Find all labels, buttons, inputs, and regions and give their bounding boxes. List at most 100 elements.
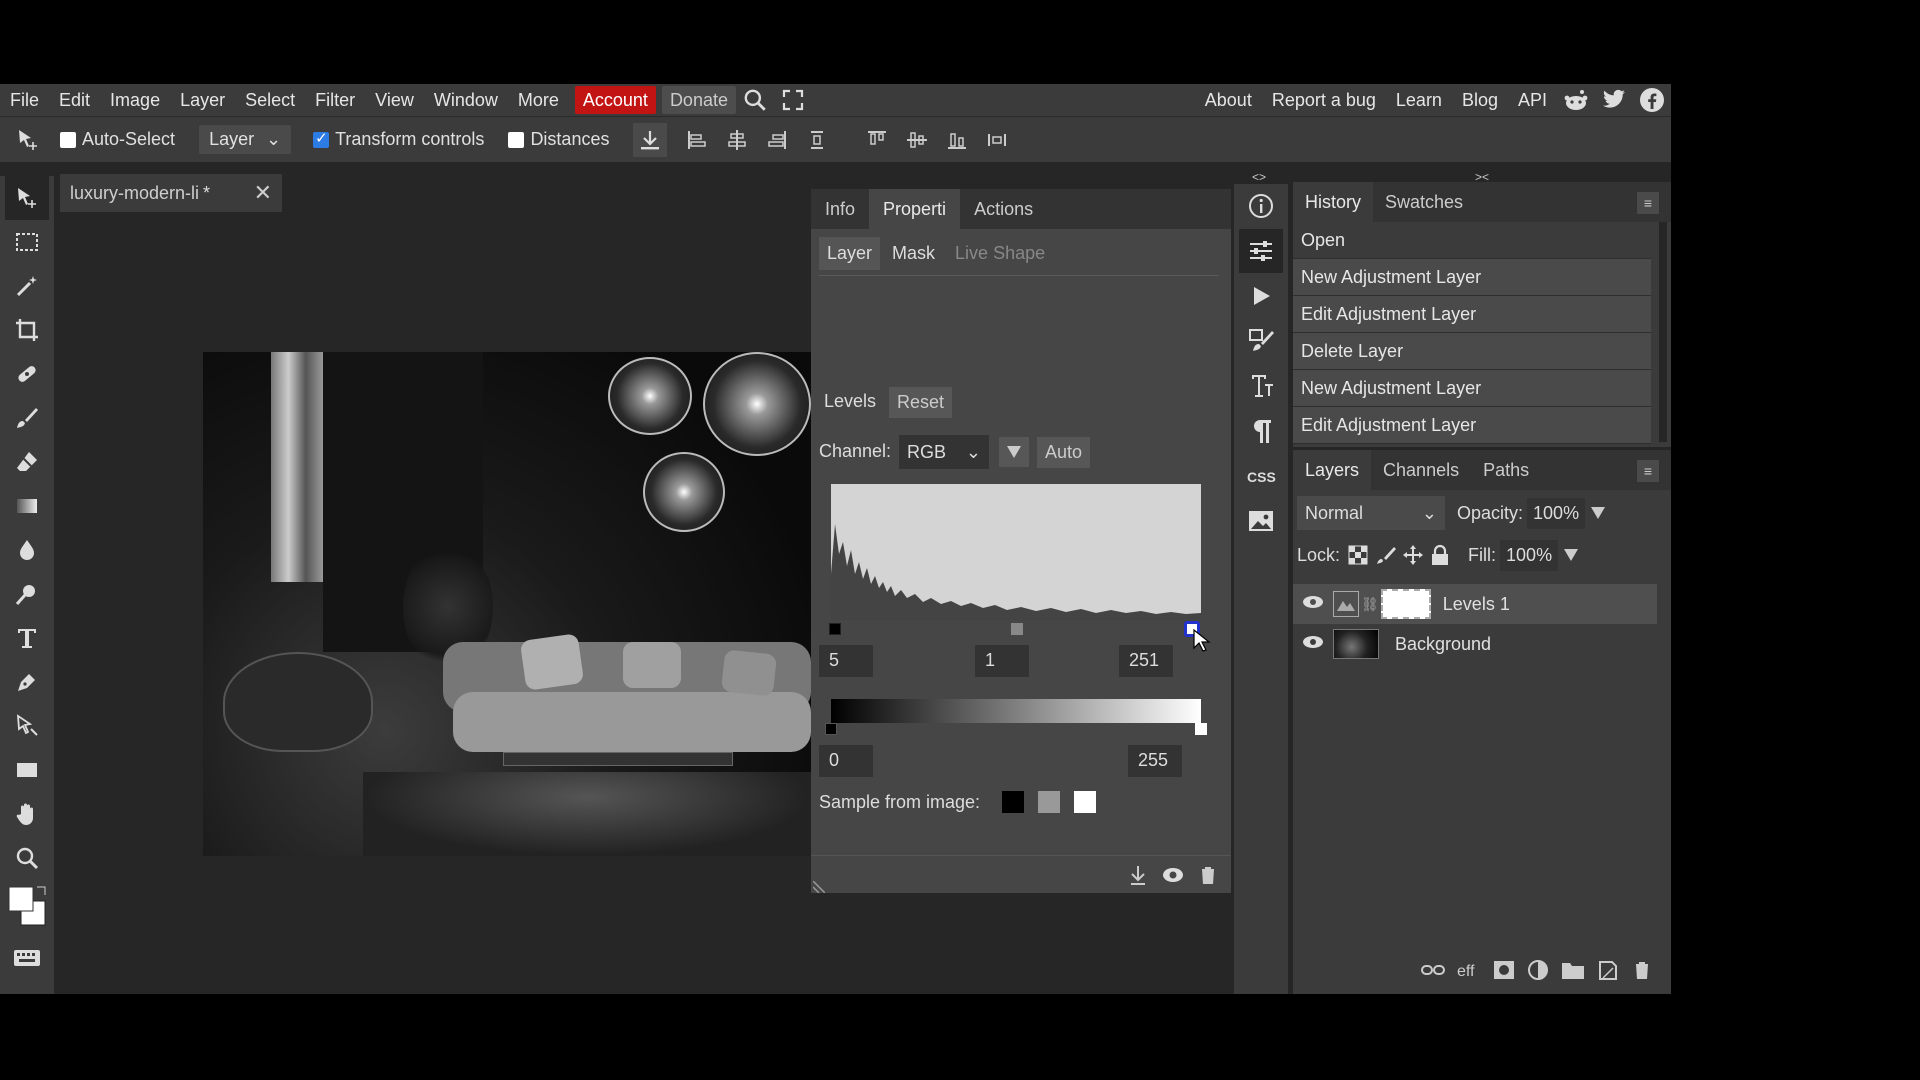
strip-image[interactable] — [1239, 499, 1283, 543]
magic-wand-tool[interactable] — [5, 264, 49, 308]
menu-edit[interactable]: Edit — [49, 84, 100, 116]
pen-tool[interactable] — [5, 660, 49, 704]
menu-image[interactable]: Image — [100, 84, 170, 116]
lock-transparency-icon[interactable] — [1348, 545, 1368, 565]
auto-button[interactable]: Auto — [1037, 437, 1091, 468]
input-black-field[interactable]: 5 — [819, 645, 873, 677]
healing-tool[interactable] — [5, 352, 49, 396]
eye-icon[interactable] — [1293, 594, 1333, 615]
dodge-tool[interactable] — [5, 572, 49, 616]
history-item[interactable]: Delete Layer — [1293, 333, 1651, 370]
canvas-image[interactable] — [203, 352, 811, 856]
input-gamma-field[interactable]: 1 — [975, 645, 1029, 677]
tab-properties[interactable]: Properti — [869, 189, 961, 229]
output-white-field[interactable]: 255 — [1128, 745, 1182, 777]
output-black-slider[interactable] — [825, 723, 837, 735]
align-center-h-icon[interactable] — [717, 120, 757, 160]
strip-properties[interactable] — [1239, 229, 1283, 273]
align-left-icon[interactable] — [677, 120, 717, 160]
hand-tool[interactable] — [5, 792, 49, 836]
menu-more[interactable]: More — [508, 84, 569, 116]
menu-filter[interactable]: Filter — [305, 84, 365, 116]
eye-icon[interactable] — [1161, 864, 1185, 886]
subtab-mask[interactable]: Mask — [884, 237, 943, 270]
clip-to-layer-icon[interactable] — [1127, 864, 1149, 886]
strip-actions[interactable] — [1239, 274, 1283, 318]
subtab-layer[interactable]: Layer — [819, 237, 881, 270]
align-bottom-icon[interactable] — [937, 120, 977, 160]
history-item[interactable]: Edit Adjustment Layer — [1293, 407, 1651, 444]
donate-button[interactable]: Donate — [661, 86, 736, 114]
tab-actions[interactable]: Actions — [960, 189, 1047, 229]
close-icon[interactable]: ✕ — [254, 180, 272, 206]
strip-info[interactable] — [1239, 184, 1283, 228]
output-black-field[interactable]: 0 — [819, 745, 873, 777]
fill-field[interactable]: 100% — [1500, 539, 1559, 571]
tab-swatches[interactable]: Swatches — [1373, 182, 1475, 222]
align-top-icon[interactable] — [857, 120, 897, 160]
marquee-tool[interactable] — [5, 220, 49, 264]
new-layer-icon[interactable] — [1597, 959, 1619, 981]
link-learn[interactable]: Learn — [1386, 84, 1452, 116]
menu-view[interactable]: View — [365, 84, 424, 116]
collapse-left-icon[interactable]: <> — [1252, 170, 1266, 184]
move-tool[interactable] — [5, 176, 49, 220]
document-tab[interactable]: luxury-modern-li * ✕ — [60, 174, 282, 212]
triangle-down-icon[interactable] — [1591, 507, 1606, 519]
lock-position-icon[interactable] — [1402, 544, 1424, 566]
gradient-tool[interactable] — [5, 484, 49, 528]
adjustment-icon[interactable] — [1527, 959, 1549, 981]
link-api[interactable]: API — [1508, 84, 1557, 116]
tab-history[interactable]: History — [1293, 182, 1374, 222]
input-gamma-slider[interactable] — [1011, 623, 1023, 635]
opacity-field[interactable]: 100% — [1527, 497, 1586, 529]
menu-select[interactable]: Select — [235, 84, 305, 116]
trash-icon[interactable] — [1631, 959, 1653, 981]
reset-button[interactable]: Reset — [889, 387, 953, 418]
layer-select[interactable]: Layer ⌄ — [199, 125, 292, 154]
tab-channels[interactable]: Channels — [1371, 450, 1471, 490]
shape-tool[interactable] — [5, 748, 49, 792]
auto-select-check[interactable] — [60, 132, 76, 149]
eye-icon[interactable] — [1293, 634, 1333, 655]
link-report-bug[interactable]: Report a bug — [1262, 84, 1386, 116]
strip-character[interactable] — [1239, 364, 1283, 408]
history-menu-icon[interactable]: ≡ — [1637, 192, 1659, 214]
distances-checkbox[interactable] — [508, 131, 525, 148]
input-white-field[interactable]: 251 — [1119, 645, 1173, 677]
strip-brush[interactable] — [1239, 319, 1283, 363]
triangle-down-icon[interactable] — [1564, 549, 1579, 561]
lock-all-icon[interactable] — [1430, 544, 1450, 566]
brush-tool[interactable] — [5, 396, 49, 440]
tab-paths[interactable]: Paths — [1471, 450, 1541, 490]
trash-icon[interactable] — [1197, 864, 1219, 886]
history-scrollbar[interactable] — [1659, 222, 1667, 442]
menu-layer[interactable]: Layer — [170, 84, 235, 116]
link-layers-icon[interactable] — [1421, 962, 1445, 978]
channel-select[interactable]: RGB ⌄ — [899, 435, 989, 469]
sample-black-eyedropper[interactable] — [1002, 791, 1024, 813]
link-blog[interactable]: Blog — [1452, 84, 1508, 116]
type-tool[interactable] — [5, 616, 49, 660]
blur-tool[interactable] — [5, 528, 49, 572]
distribute-h-icon[interactable] — [977, 120, 1017, 160]
menu-window[interactable]: Window — [424, 84, 508, 116]
layers-menu-icon[interactable]: ≡ — [1637, 460, 1659, 482]
path-select-tool[interactable] — [5, 704, 49, 748]
strip-paragraph[interactable] — [1239, 409, 1283, 453]
layer-row-levels[interactable]: ⛓ Levels 1 — [1293, 584, 1657, 624]
input-black-slider[interactable] — [829, 623, 841, 635]
download-icon[interactable] — [633, 122, 668, 157]
align-right-icon[interactable] — [757, 120, 797, 160]
subtab-live-shape[interactable]: Live Shape — [947, 237, 1053, 270]
strip-css[interactable]: CSS — [1239, 454, 1283, 498]
twitter-icon[interactable] — [1595, 84, 1633, 116]
history-item[interactable]: Open — [1293, 222, 1651, 259]
facebook-icon[interactable] — [1633, 84, 1671, 116]
keyboard-tool[interactable] — [5, 936, 49, 980]
fullscreen-icon[interactable] — [774, 84, 812, 116]
channel-menu-button[interactable] — [999, 437, 1029, 467]
layer-row-background[interactable]: Background — [1293, 624, 1657, 664]
sample-white-eyedropper[interactable] — [1074, 791, 1096, 813]
sample-gray-eyedropper[interactable] — [1038, 791, 1060, 813]
